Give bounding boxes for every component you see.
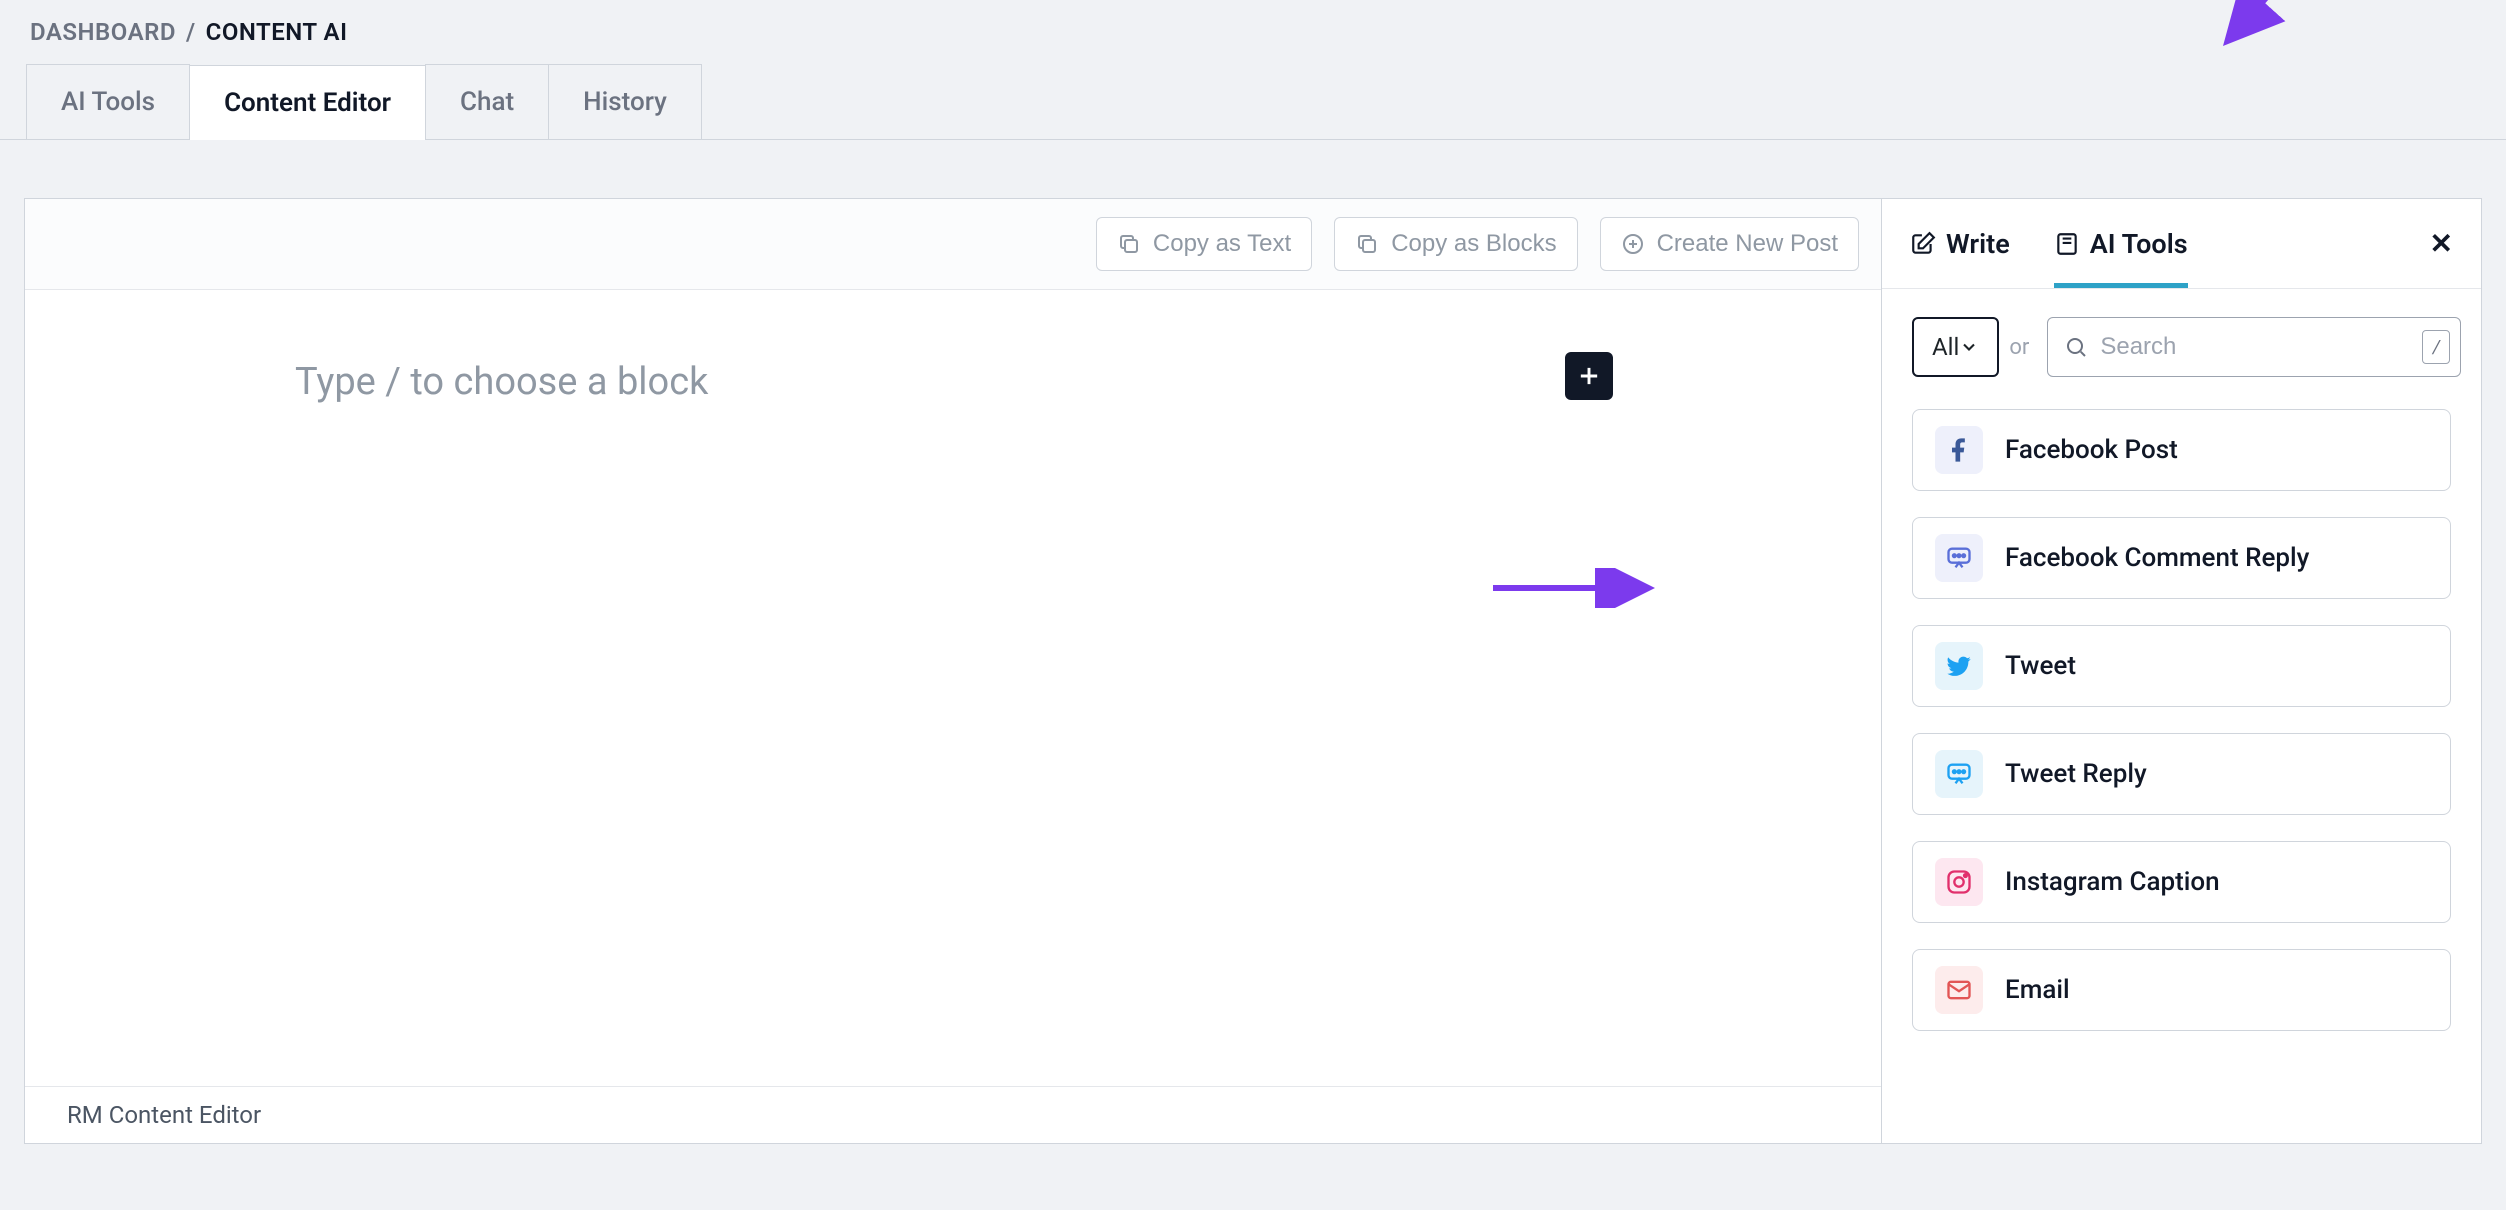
copy-icon [1117, 232, 1141, 256]
tweet-reply-icon [1935, 750, 1983, 798]
tab-history[interactable]: History [548, 64, 702, 139]
sidebar-tab-ai-tools-label: AI Tools [2090, 228, 2188, 260]
tool-email[interactable]: Email [1912, 949, 2451, 1031]
breadcrumb-current: CONTENT AI [206, 18, 348, 46]
block-editor[interactable]: Type / to choose a block [25, 290, 1881, 1086]
sidebar-tabs: Write AI Tools ✕ [1882, 199, 2481, 289]
tools-icon [2054, 231, 2080, 257]
filter-select[interactable]: All [1912, 317, 1999, 377]
filter-select-value: All [1932, 333, 1959, 361]
twitter-icon [1935, 642, 1983, 690]
sidebar-tab-ai-tools[interactable]: AI Tools [2054, 199, 2188, 288]
tool-label: Tweet Reply [2005, 759, 2147, 789]
tool-label: Facebook Post [2005, 435, 2178, 465]
sidebar-close-button[interactable]: ✕ [2430, 227, 2453, 260]
tool-label: Instagram Caption [2005, 867, 2220, 897]
breadcrumb: DASHBOARD / CONTENT AI [0, 0, 2506, 64]
chevron-down-icon [1959, 337, 1979, 357]
copy-blocks-icon [1355, 232, 1379, 256]
editor-panel: Copy as Text Copy as Blocks Create New P… [24, 198, 2482, 1144]
copy-as-text-button[interactable]: Copy as Text [1096, 217, 1312, 271]
tool-label: Tweet [2005, 651, 2076, 681]
plus-circle-icon [1621, 232, 1645, 256]
tool-tweet-reply[interactable]: Tweet Reply [1912, 733, 2451, 815]
instagram-icon [1935, 858, 1983, 906]
ai-tools-sidebar: Write AI Tools ✕ All or [1881, 199, 2481, 1143]
facebook-icon [1935, 426, 1983, 474]
breadcrumb-root-link[interactable]: DASHBOARD [30, 18, 176, 46]
tool-instagram-caption[interactable]: Instagram Caption [1912, 841, 2451, 923]
create-new-post-label: Create New Post [1657, 230, 1838, 258]
editor-toolbar: Copy as Text Copy as Blocks Create New P… [25, 199, 1881, 290]
sidebar-filters: All or / [1882, 289, 2481, 387]
tool-search[interactable]: / [2047, 317, 2461, 377]
tab-content-editor[interactable]: Content Editor [189, 65, 426, 140]
annotation-arrow-tool [1493, 568, 1663, 608]
comment-reply-icon [1935, 534, 1983, 582]
tool-label: Facebook Comment Reply [2005, 543, 2309, 573]
tool-tweet[interactable]: Tweet [1912, 625, 2451, 707]
create-new-post-button[interactable]: Create New Post [1600, 217, 1859, 271]
tab-chat[interactable]: Chat [425, 64, 549, 139]
tool-search-input[interactable] [2100, 333, 2410, 361]
add-block-button[interactable] [1565, 352, 1613, 400]
search-shortcut-badge: / [2422, 330, 2450, 364]
editor-placeholder: Type / to choose a block [295, 360, 1881, 404]
tab-ai-tools[interactable]: AI Tools [26, 64, 190, 139]
tool-label: Email [2005, 975, 2070, 1005]
main-tabs: AI Tools Content Editor Chat History [0, 64, 2506, 140]
tool-list: Facebook Post Facebook Comment Reply Twe… [1882, 387, 2481, 1053]
tool-facebook-comment-reply[interactable]: Facebook Comment Reply [1912, 517, 2451, 599]
tool-facebook-post[interactable]: Facebook Post [1912, 409, 2451, 491]
filter-or-label: or [2009, 335, 2029, 360]
copy-as-blocks-label: Copy as Blocks [1391, 230, 1556, 258]
editor-left-pane: Copy as Text Copy as Blocks Create New P… [25, 199, 1881, 1143]
sidebar-tab-write[interactable]: Write [1910, 199, 2010, 288]
copy-as-blocks-button[interactable]: Copy as Blocks [1334, 217, 1577, 271]
copy-as-text-label: Copy as Text [1153, 230, 1291, 258]
footer-label: RM Content Editor [67, 1101, 261, 1129]
sidebar-tab-write-label: Write [1946, 228, 2010, 260]
breadcrumb-separator: / [186, 18, 196, 46]
editor-footer: RM Content Editor [25, 1086, 1881, 1143]
email-icon [1935, 966, 1983, 1014]
plus-icon [1575, 362, 1603, 390]
pencil-square-icon [1910, 231, 1936, 257]
search-icon [2064, 335, 2088, 359]
